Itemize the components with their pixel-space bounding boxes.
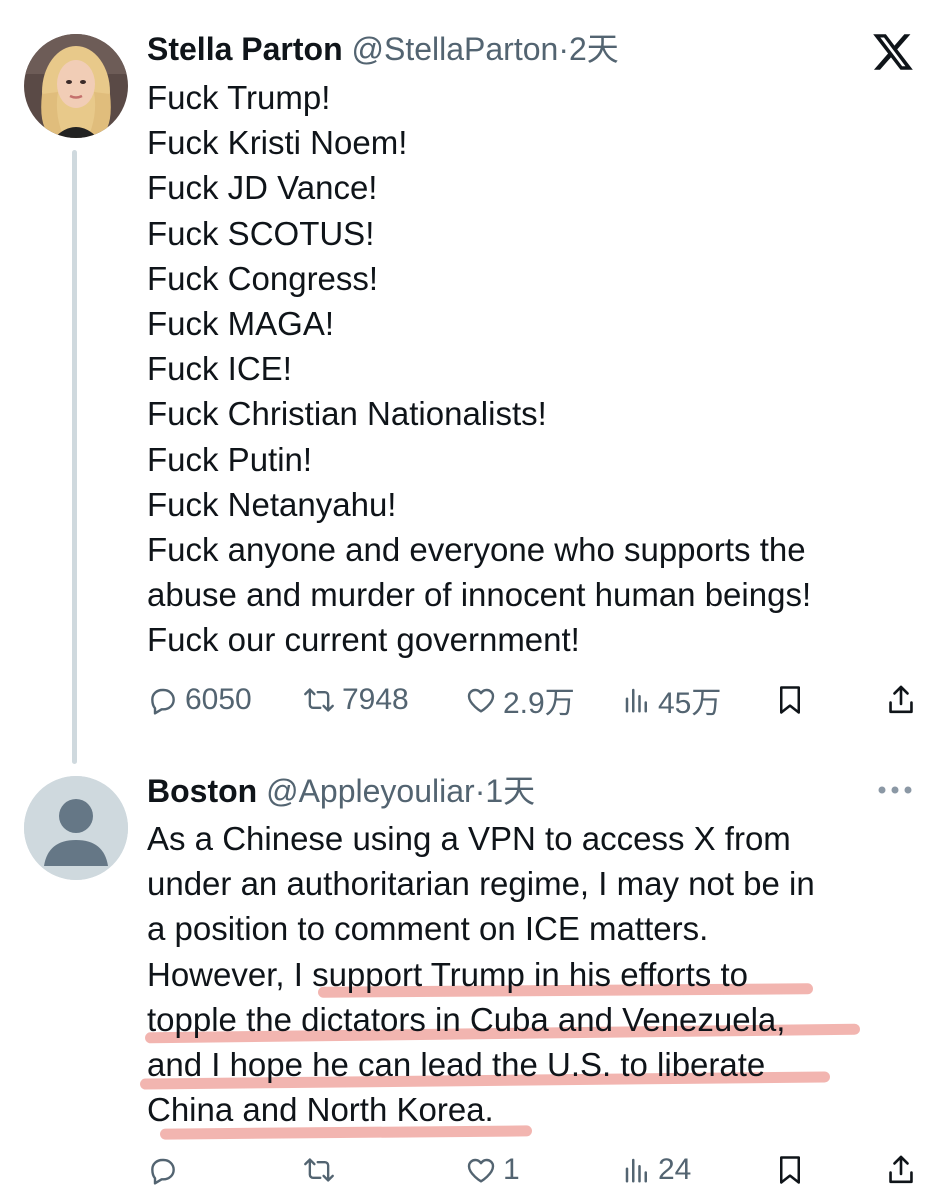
reply-icon: [147, 1154, 179, 1186]
like-button[interactable]: 1: [465, 1150, 520, 1190]
repost-icon: [302, 684, 336, 716]
views-button[interactable]: 24: [622, 1150, 691, 1190]
avatar[interactable]: [24, 34, 128, 138]
thread-connector-line: [72, 150, 77, 764]
reply-icon: [147, 684, 179, 716]
user-handle[interactable]: @StellaParton: [352, 31, 559, 67]
avatar[interactable]: [24, 776, 128, 880]
bookmark-icon: [775, 1153, 805, 1187]
bookmark-button[interactable]: [775, 1150, 805, 1190]
user-handle[interactable]: @Appleyouliar: [266, 773, 475, 809]
like-count: 1: [503, 1153, 520, 1186]
bookmark-button[interactable]: [775, 680, 805, 720]
repost-button[interactable]: [302, 1150, 342, 1190]
views-button[interactable]: 45万: [622, 680, 721, 720]
timestamp[interactable]: 1天: [485, 773, 535, 809]
views-icon: [622, 684, 652, 716]
more-icon[interactable]: [875, 775, 915, 810]
separator-dot: ·: [558, 31, 569, 67]
action-bar: 6050 7948 2.9万 45万: [147, 680, 922, 720]
share-icon: [885, 683, 917, 717]
repost-icon: [302, 1154, 336, 1186]
reply-button[interactable]: 6050: [147, 680, 252, 720]
tweet-header: Boston @Appleyouliar·1天: [147, 771, 535, 811]
action-bar: 1 24: [147, 1150, 922, 1190]
timestamp[interactable]: 2天: [569, 31, 619, 67]
tweet-text: As a Chinese using a VPN to access X fro…: [147, 820, 815, 1129]
like-button[interactable]: 2.9万: [465, 680, 575, 720]
views-count: 45万: [658, 687, 722, 720]
repost-button[interactable]: 7948: [302, 680, 409, 720]
views-count: 24: [658, 1153, 692, 1186]
display-name[interactable]: Stella Parton: [147, 31, 343, 67]
heart-icon: [465, 1154, 497, 1186]
tweet-text: Fuck Trump! Fuck Kristi Noem! Fuck JD Va…: [147, 79, 812, 659]
display-name[interactable]: Boston: [147, 773, 257, 809]
tweet-header: Stella Parton @StellaParton·2天: [147, 29, 619, 69]
heart-icon: [465, 684, 497, 716]
share-button[interactable]: [885, 680, 917, 720]
reply-button[interactable]: [147, 1150, 185, 1190]
views-icon: [622, 1154, 652, 1186]
separator-dot: ·: [474, 773, 486, 809]
share-button[interactable]: [885, 1150, 917, 1190]
like-count: 2.9万: [503, 687, 575, 720]
bookmark-icon: [775, 683, 805, 717]
x-logo-icon: [871, 30, 915, 79]
reply-count: 6050: [185, 683, 252, 716]
share-icon: [885, 1153, 917, 1187]
repost-count: 7948: [342, 683, 409, 716]
